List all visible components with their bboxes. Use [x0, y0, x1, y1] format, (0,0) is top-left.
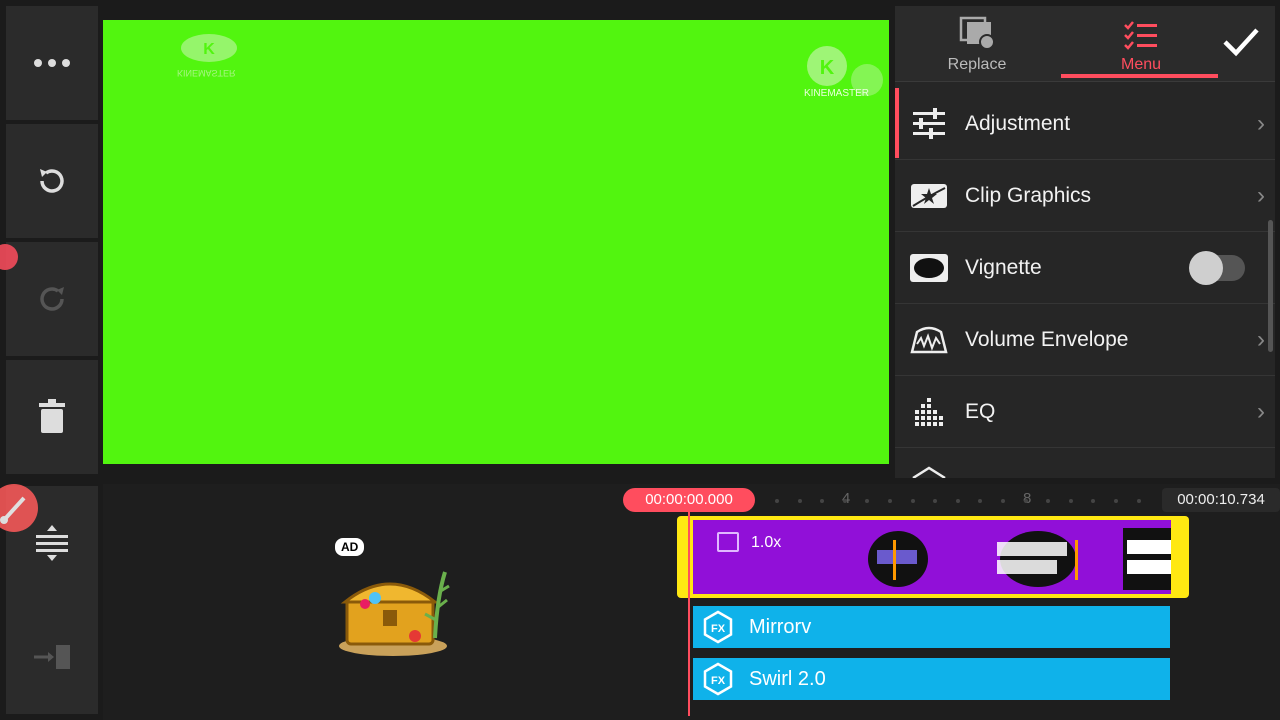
watermark-brand: KINEMASTER: [803, 88, 869, 99]
svg-text:K: K: [203, 41, 215, 58]
ruler-dot: [1091, 499, 1096, 503]
tab-menu[interactable]: Menu: [1061, 6, 1221, 82]
left-toolbar: [6, 6, 98, 714]
more-icon: [34, 59, 70, 67]
effect-layer-mirrorv[interactable]: FX Mirrorv: [693, 606, 1170, 648]
ruler-dot: [797, 499, 802, 503]
svg-text:FX: FX: [711, 675, 726, 687]
ruler-dot: [910, 499, 915, 503]
redo-button[interactable]: [6, 242, 98, 356]
toggle-knob: [1189, 250, 1223, 285]
undo-icon: [40, 169, 64, 193]
ruler-dot: [1001, 499, 1005, 503]
more-button[interactable]: [6, 6, 98, 120]
vignette-icon: [910, 253, 948, 282]
ad-badge[interactable]: AD: [335, 538, 365, 556]
menu-item-label: Adjustment: [965, 111, 1071, 135]
ruler-dot: [1136, 499, 1141, 503]
ruler-dot: [820, 499, 825, 503]
total-time: 00:00:10.734: [1162, 488, 1280, 512]
menu-item-label: EQ: [965, 399, 996, 423]
clip-graphics-icon: [911, 183, 947, 208]
clip-speed: 1.0x: [751, 534, 782, 551]
split-icon: [36, 525, 68, 561]
fx-icon: FX: [703, 610, 733, 644]
kinemaster-watermark: K: [807, 46, 883, 96]
menu-item-adjustment[interactable]: Adjustment ›: [895, 88, 1275, 160]
fx-icon: FX: [703, 662, 733, 696]
ruler-dot: [888, 499, 892, 503]
brush-icon: [0, 496, 26, 524]
ruler-dot: [775, 499, 779, 503]
effect-layer-swirl[interactable]: FX Swirl 2.0: [693, 658, 1170, 700]
check-icon[interactable]: [1221, 22, 1261, 62]
menu-item-label: Volume Envelope: [965, 327, 1129, 351]
menu-item-partial[interactable]: [895, 448, 1275, 478]
ruler-dot: [955, 499, 960, 503]
ruler-dot: [865, 499, 870, 503]
ruler-dot: [978, 499, 983, 503]
menu-item-label: Vignette: [965, 255, 1042, 279]
vignette-toggle[interactable]: [1189, 250, 1245, 285]
playhead[interactable]: [688, 512, 690, 716]
clip-thumbnail: [997, 531, 1078, 587]
replace-icon: [959, 16, 995, 50]
ruler-dot: [1068, 499, 1073, 503]
kinemaster-editor: K KINEMASTER K KINEMASTER Replace Menu A…: [0, 0, 1280, 720]
redo-icon: [40, 287, 64, 311]
chevron-right-icon: ›: [1257, 325, 1265, 353]
tab-replace-label: Replace: [947, 56, 1007, 73]
svg-text:FX: FX: [711, 623, 726, 635]
active-tab-indicator: [1061, 74, 1218, 78]
tab-replace[interactable]: Replace: [897, 6, 1057, 82]
menu-item-vignette[interactable]: Vignette: [895, 232, 1275, 304]
export-button[interactable]: [6, 600, 98, 714]
timeline[interactable]: 00:00:00.000 4 8 00:00:10.734 AD 1.0x: [103, 484, 1280, 720]
ruler-dot: [1046, 499, 1051, 503]
film-icon: [717, 532, 739, 552]
chevron-right-icon: ›: [1257, 109, 1265, 137]
menu-item-clip-graphics[interactable]: Clip Graphics ›: [895, 160, 1275, 232]
brush-button[interactable]: [0, 484, 38, 532]
effect-label: Mirrorv: [749, 615, 812, 638]
clip-thumbnail: [868, 531, 928, 587]
clip-menu-panel: Replace Menu Adjustment › Clip Graphics …: [895, 6, 1275, 478]
delete-button[interactable]: [6, 360, 98, 474]
menu-icon: [1124, 21, 1157, 50]
volume-envelope-icon: [910, 326, 948, 353]
chevron-right-icon: ›: [1257, 397, 1265, 425]
ruler-dot: [1114, 499, 1118, 503]
watermark-logo: K: [181, 34, 237, 62]
menu-item-volume-envelope[interactable]: Volume Envelope ›: [895, 304, 1275, 376]
tab-menu-label: Menu: [1120, 56, 1162, 73]
export-icon: [34, 645, 70, 669]
adjustment-icon: [913, 107, 945, 139]
menu-item-eq[interactable]: EQ ›: [895, 376, 1275, 448]
video-preview[interactable]: K KINEMASTER K KINEMASTER: [103, 20, 889, 464]
video-clip[interactable]: 1.0x: [677, 516, 1189, 598]
clip-thumbnail: [1123, 528, 1171, 590]
eq-icon: [915, 397, 943, 426]
panel-tabs: Replace Menu: [895, 6, 1275, 82]
ruler-dot: [933, 499, 938, 503]
clip-content: 1.0x: [693, 520, 1171, 594]
effect-label: Swirl 2.0: [749, 667, 826, 690]
watermark-text: KINEMASTER: [177, 68, 236, 78]
ruler-dot: [1023, 499, 1028, 503]
svg-text:K: K: [820, 57, 835, 79]
trash-icon: [39, 399, 65, 433]
treasure-chest-icon[interactable]: [335, 558, 455, 658]
chevron-right-icon: ›: [1257, 181, 1265, 209]
current-time: 00:00:00.000: [623, 488, 755, 512]
panel-scrollbar[interactable]: [1268, 220, 1273, 352]
partial-item-icon: [912, 466, 946, 478]
ruler-dot: [842, 499, 847, 503]
undo-button[interactable]: [6, 124, 98, 238]
menu-item-label: Clip Graphics: [965, 183, 1092, 207]
